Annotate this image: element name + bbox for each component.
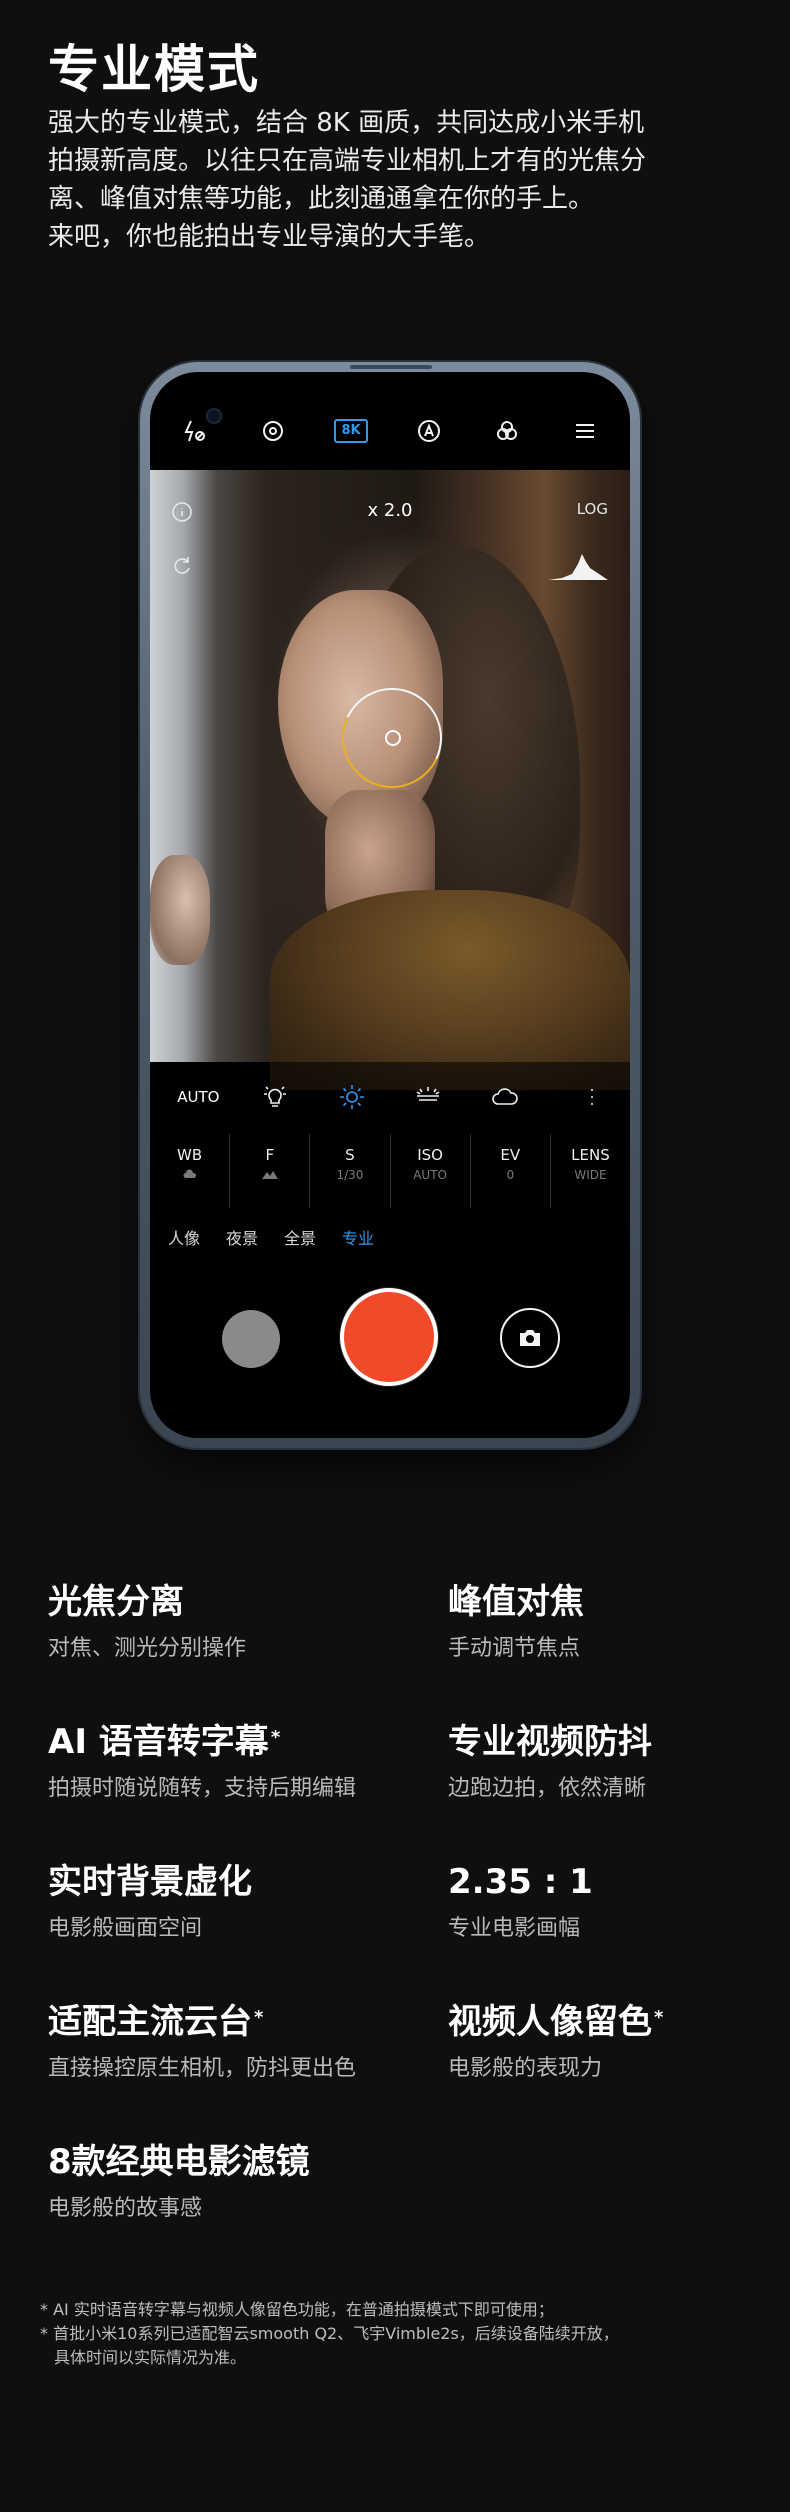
param-label: WB (177, 1146, 203, 1164)
param-label: EV (500, 1146, 521, 1164)
snapshot-button[interactable] (500, 1308, 560, 1368)
footnotes: * AI 实时语音转字幕与视频人像留色功能，在普通拍摄模式下即可使用； * 首批… (40, 2298, 760, 2370)
page-title: 专业模式 (48, 41, 261, 100)
feature-title: 适配主流云台 * (48, 2000, 408, 2044)
param-value: AUTO (413, 1168, 447, 1182)
param-value: WIDE (574, 1168, 607, 1182)
param-label: S (345, 1146, 355, 1164)
param-label: ISO (417, 1146, 443, 1164)
zoom-level[interactable]: x 2.0 (150, 500, 630, 521)
feature-item: 2.35 : 1 专业电影画幅 (448, 1860, 790, 1942)
footnote-star: * (254, 2007, 264, 2028)
feature-title: 2.35 : 1 (448, 1862, 593, 1902)
param-shutter[interactable]: S 1/30 (310, 1134, 391, 1208)
intro-line: 离、峰值对焦等功能，此刻通通拿在你的手上。 (48, 184, 595, 214)
earpiece (350, 365, 432, 369)
feature-desc: 边跑边拍，依然清晰 (448, 1776, 647, 1801)
feature-desc: 手动调节焦点 (448, 1636, 581, 1661)
param-label: F (265, 1146, 275, 1164)
feature-item: AI 语音转字幕 * 拍摄时随说随转，支持后期编辑 (48, 1720, 408, 1802)
subject-dress (270, 890, 630, 1090)
feature-title-text: 适配主流云台 (48, 2002, 252, 2042)
feature-title: AI 语音转字幕 * (48, 1720, 408, 1764)
feature-desc: 拍摄时随说随转，支持后期编辑 (48, 1776, 357, 1801)
mode-panorama[interactable]: 全景 (284, 1225, 316, 1249)
flash-off-icon[interactable] (178, 414, 212, 448)
feature-item: 峰值对焦 手动调节焦点 (448, 1580, 790, 1662)
cloud-icon[interactable] (480, 1077, 530, 1117)
histogram-icon (548, 554, 608, 580)
feature-title-text: 视频人像留色 (448, 2002, 652, 2042)
camera-topbar: 8K (150, 372, 630, 470)
feature-title-text: AI 语音转字幕 (48, 1722, 269, 1762)
menu-icon[interactable] (568, 414, 602, 448)
custom-wb-icon[interactable] (557, 1077, 607, 1117)
param-iso[interactable]: ISO AUTO (391, 1134, 471, 1208)
footnote-line: * 首批小米10系列已适配智云smooth Q2、飞宇Vimble2s，后续设备… (40, 2324, 619, 2343)
feature-item: 视频人像留色 * 电影般的表现力 (448, 2000, 790, 2082)
feature-desc: 直接操控原生相机，防抖更出色 (48, 2056, 357, 2081)
incandescent-icon[interactable] (250, 1077, 300, 1117)
pro-parameters: WB F S 1/30 ISO AUTO EV 0 LENS WIDE (150, 1134, 630, 1208)
mode-night[interactable]: 夜景 (226, 1225, 258, 1249)
gallery-thumbnail[interactable] (222, 1310, 280, 1368)
mode-portrait[interactable]: 人像 (168, 1225, 200, 1249)
camera-settings-icon[interactable] (256, 414, 290, 448)
param-focus[interactable]: F (230, 1134, 311, 1208)
footnote-star: * (654, 2007, 664, 2028)
param-value: 1/30 (336, 1168, 364, 1182)
log-toggle[interactable]: LOG (577, 500, 608, 518)
record-button[interactable] (344, 1292, 434, 1382)
feature-item: 光焦分离 对焦、测光分别操作 (48, 1580, 408, 1662)
footnote-line: 具体时间以实际情况为准。 (54, 2348, 247, 2367)
feature-item: 实时背景虚化 电影般画面空间 (48, 1860, 408, 1942)
wb-auto-button[interactable]: AUTO (173, 1077, 223, 1117)
param-label: LENS (571, 1146, 610, 1164)
intro-line: 来吧，你也能拍出专业导演的大手笔。 (48, 222, 491, 252)
param-wb[interactable]: WB (150, 1134, 231, 1208)
sun-icon[interactable] (327, 1077, 377, 1117)
feature-title: 专业视频防抖 (448, 1722, 652, 1762)
feature-title: 8款经典电影滤镜 (48, 2142, 310, 2182)
param-ev[interactable]: EV 0 (471, 1134, 551, 1208)
fluorescent-icon[interactable] (403, 1077, 453, 1117)
feature-desc: 对焦、测光分别操作 (48, 1636, 247, 1661)
param-value: 0 (506, 1168, 515, 1182)
feature-item: 8款经典电影滤镜 电影般的故事感 (48, 2140, 408, 2222)
feature-title: 峰值对焦 (448, 1582, 584, 1622)
white-balance-presets: AUTO (150, 1062, 630, 1132)
focus-point[interactable] (385, 730, 401, 746)
quality-badge: 8K (334, 419, 368, 443)
intro-line: 拍摄新高度。以往只在高端专业相机上才有的光焦分 (48, 146, 647, 176)
intro-text: 强大的专业模式，结合 8K 画质，共同达成小米手机 拍摄新高度。以往只在高端专业… (48, 104, 748, 256)
filters-icon[interactable] (490, 414, 524, 448)
auto-mode-icon[interactable] (412, 414, 446, 448)
camera-screen: 8K x 2.0 LOG AUTO WB F S 1/30 ISO AUTO E… (150, 372, 630, 1438)
feature-desc: 电影般的表现力 (448, 2056, 603, 2081)
feature-title: 光焦分离 (48, 1582, 184, 1622)
footnote-line: * AI 实时语音转字幕与视频人像留色功能，在普通拍摄模式下即可使用； (40, 2300, 554, 2319)
footnote-star: * (270, 1727, 281, 1748)
rotate-icon[interactable] (170, 554, 194, 578)
feature-title: 视频人像留色 * (448, 2000, 790, 2044)
viewfinder[interactable]: x 2.0 LOG (150, 470, 630, 1090)
feature-title: 实时背景虚化 (48, 1862, 252, 1902)
param-lens[interactable]: LENS WIDE (551, 1134, 630, 1208)
front-camera (208, 410, 220, 422)
focus-mountain-icon (230, 1168, 309, 1182)
feature-item: 专业视频防抖 边跑边拍，依然清晰 (448, 1720, 790, 1802)
camera-icon (520, 1330, 540, 1346)
mode-pro[interactable]: 专业 (342, 1225, 374, 1249)
wb-cloud-icon (150, 1168, 229, 1182)
shutter-controls (150, 1270, 630, 1420)
subject-hand (150, 855, 210, 965)
feature-desc: 专业电影画幅 (448, 1916, 581, 1941)
phone-mockup: 8K x 2.0 LOG AUTO WB F S 1/30 ISO AUTO E… (140, 362, 640, 1448)
feature-desc: 电影般的故事感 (48, 2196, 203, 2221)
camera-mode-selector: 人像 夜景 全景 专业 (150, 1212, 630, 1262)
intro-line: 强大的专业模式，结合 8K 画质，共同达成小米手机 (48, 108, 645, 138)
feature-item: 适配主流云台 * 直接操控原生相机，防抖更出色 (48, 2000, 408, 2082)
feature-desc: 电影般画面空间 (48, 1916, 203, 1941)
8k-badge[interactable]: 8K (334, 414, 368, 448)
